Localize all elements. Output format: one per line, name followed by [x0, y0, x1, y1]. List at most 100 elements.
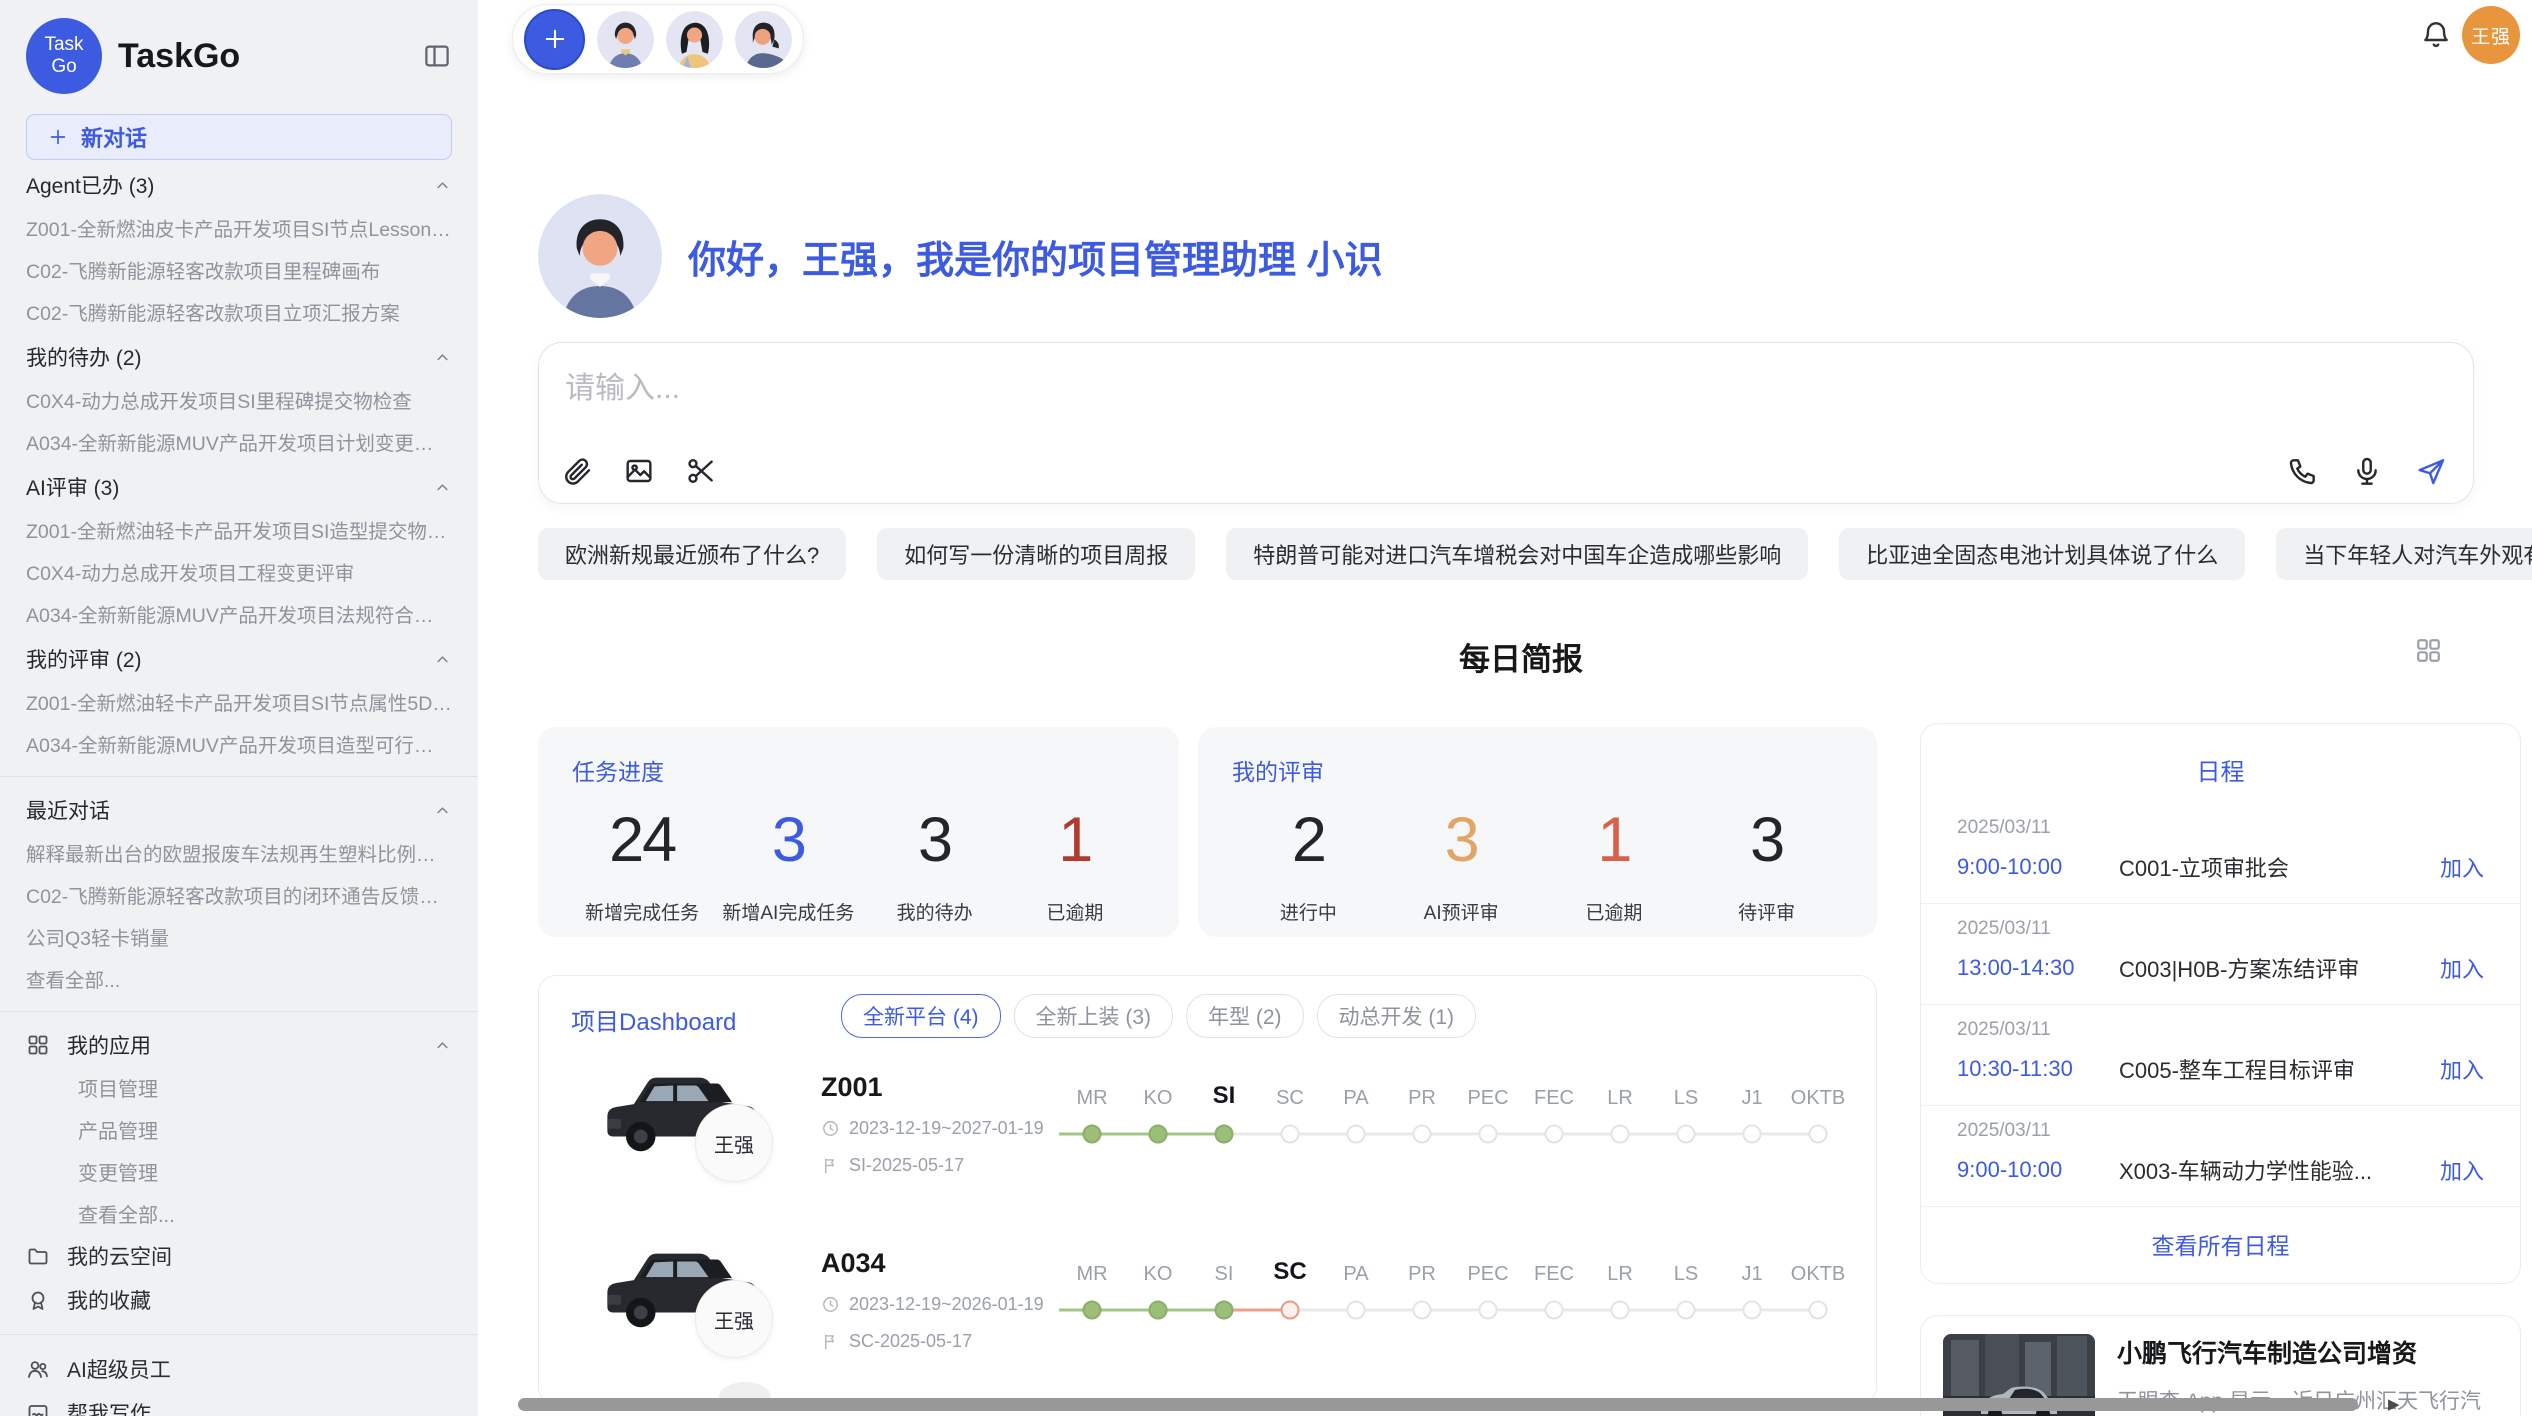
- milestone-track: MRKOSISCPAPRPECFECLRLSJ1OKTB: [1059, 1254, 1851, 1322]
- join-meeting-link[interactable]: 加入: [2440, 1053, 2484, 1085]
- sidebar-task-item[interactable]: Z001-全新燃油轻卡产品开发项目SI节点属性5D文件评审: [26, 680, 452, 722]
- sidebar-section-header[interactable]: 我的评审 (2): [26, 638, 452, 680]
- stat-新增AI完成任务: 3新增AI完成任务: [722, 809, 854, 925]
- sidebar-section-header[interactable]: 我的待办 (2): [26, 336, 452, 378]
- sidebar-task-label: Z001-全新燃油轻卡产品开发项目SI造型提交物评审: [26, 515, 452, 544]
- milestone-dot: [1215, 1301, 1234, 1320]
- sidebar-shortcut-1[interactable]: 我的收藏: [26, 1278, 452, 1322]
- milestone-dot-row: [1719, 1298, 1785, 1322]
- sidebar-task-item[interactable]: C0X4-动力总成开发项目工程变更评审: [26, 550, 452, 592]
- collapse-sidebar-icon[interactable]: [422, 41, 452, 71]
- milestone-label: LR: [1607, 1254, 1633, 1286]
- suggestion-chip[interactable]: 如何写一份清晰的项目周报: [877, 528, 1195, 580]
- sidebar-task-label: Z001-全新燃油轻卡产品开发项目SI节点属性5D文件评审: [26, 687, 452, 716]
- member-avatar[interactable]: [597, 11, 654, 68]
- join-meeting-link[interactable]: 加入: [2440, 952, 2484, 984]
- milestone-dot: [1281, 1125, 1300, 1144]
- milestone-dot: [1743, 1301, 1762, 1320]
- app-menu-item[interactable]: 产品管理: [26, 1108, 452, 1150]
- microphone-icon[interactable]: [2351, 455, 2383, 487]
- dashboard-tab[interactable]: 年型 (2): [1186, 994, 1304, 1038]
- milestone-label: SI: [1215, 1254, 1234, 1286]
- recent-chat-item[interactable]: 解释最新出台的欧盟报废车法规再生塑料比例被调至15%...: [26, 831, 452, 873]
- milestone-label: OKTB: [1791, 1254, 1845, 1286]
- milestone-LR: LR: [1587, 1078, 1653, 1146]
- sidebar-tool-1[interactable]: 帮我写作: [26, 1391, 452, 1416]
- recent-chat-item[interactable]: 查看全部...: [26, 957, 452, 999]
- sidebar-section-header[interactable]: 最近对话: [26, 789, 452, 831]
- milestone-LS: LS: [1653, 1078, 1719, 1146]
- milestone-dot: [1545, 1301, 1564, 1320]
- milestone-label: PEC: [1467, 1078, 1508, 1110]
- sidebar-section-header[interactable]: 我的应用: [26, 1024, 452, 1066]
- schedule-item: 2025/03/119:00-10:00X003-车辆动力学性能验...加入: [1921, 1106, 2520, 1207]
- milestone-PEC: PEC: [1455, 1078, 1521, 1146]
- join-meeting-link[interactable]: 加入: [2440, 851, 2484, 883]
- sidebar-tool-0[interactable]: AI超级员工: [26, 1347, 452, 1391]
- join-meeting-link[interactable]: 加入: [2440, 1154, 2484, 1186]
- milestone-dot: [1611, 1125, 1630, 1144]
- image-icon[interactable]: [623, 455, 655, 487]
- add-member-button[interactable]: [524, 9, 585, 70]
- sidebar-task-item[interactable]: Z001-全新燃油皮卡产品开发项目SI节点Lesson Learn报告: [26, 206, 452, 248]
- new-chat-button[interactable]: 新对话: [26, 114, 452, 160]
- stat-value: 3: [1445, 809, 1478, 872]
- dashboard-tab[interactable]: 全新上装 (3): [1014, 994, 1174, 1038]
- chat-input[interactable]: [563, 361, 2067, 461]
- suggestion-chip[interactable]: 特朗普可能对进口汽车增税会对中国车企造成哪些影响: [1226, 528, 1808, 580]
- member-avatar[interactable]: [666, 11, 723, 68]
- project-name: A034: [821, 1248, 886, 1279]
- milestone-MR: MR: [1059, 1254, 1125, 1322]
- recent-chat-label: 查看全部...: [26, 964, 120, 993]
- project-dates-text: 2023-12-19~2027-01-19: [849, 1118, 1044, 1139]
- milestone-dot-row: [1521, 1298, 1587, 1322]
- member-avatar[interactable]: [735, 11, 792, 68]
- phone-icon[interactable]: [2287, 455, 2319, 487]
- user-avatar[interactable]: 王强: [2462, 6, 2520, 64]
- milestone-SI: SI: [1191, 1078, 1257, 1146]
- stat-value: 3: [772, 809, 805, 872]
- suggestion-chip[interactable]: 当下年轻人对汽车外观有怎样的喜好趋势: [2276, 528, 2532, 580]
- scrollbar-right-arrow[interactable]: ▶: [2388, 1396, 2400, 1413]
- milestone-dot-row: [1191, 1122, 1257, 1146]
- layout-grid-icon[interactable]: [2414, 636, 2443, 665]
- suggestion-chip[interactable]: 欧洲新规最近颁布了什么?: [538, 528, 846, 580]
- sidebar-task-item[interactable]: C0X4-动力总成开发项目SI里程碑提交物检查: [26, 378, 452, 420]
- sidebar-task-item[interactable]: C02-飞腾新能源轻客改款项目里程碑画布: [26, 248, 452, 290]
- milestone-SI: SI: [1191, 1254, 1257, 1322]
- scissors-icon[interactable]: [685, 455, 717, 487]
- sidebar-section-header[interactable]: AI评审 (3): [26, 466, 452, 508]
- milestone-J1: J1: [1719, 1254, 1785, 1322]
- notifications-bell-icon[interactable]: [2420, 18, 2452, 50]
- dashboard-tab[interactable]: 全新平台 (4): [841, 994, 1001, 1038]
- paperclip-icon[interactable]: [561, 455, 593, 487]
- sidebar-section-header[interactable]: Agent已办 (3): [26, 164, 452, 206]
- sidebar-task-item[interactable]: A034-全新新能源MUV产品开发项目计划变更表编写: [26, 420, 452, 462]
- app-menu-item[interactable]: 查看全部...: [26, 1192, 452, 1234]
- stat-value: 1: [1058, 809, 1091, 872]
- milestone-label: SC: [1273, 1254, 1306, 1286]
- milestone-dot-row: [1653, 1298, 1719, 1322]
- sidebar-shortcut-0[interactable]: 我的云空间: [26, 1234, 452, 1278]
- milestone-FEC: FEC: [1521, 1078, 1587, 1146]
- recent-chat-item[interactable]: 公司Q3轻卡销量: [26, 915, 452, 957]
- stat-已逾期: 1已逾期: [1015, 809, 1135, 925]
- sidebar-task-label: Z001-全新燃油皮卡产品开发项目SI节点Lesson Learn报告: [26, 213, 452, 242]
- chevron-up-icon: [433, 348, 452, 367]
- sidebar-task-item[interactable]: A034-全新新能源MUV产品开发项目法规符合性评审: [26, 592, 452, 634]
- scrollbar-thumb[interactable]: [518, 1398, 2358, 1411]
- sidebar-task-item[interactable]: A034-全新新能源MUV产品开发项目造型可行性评审: [26, 722, 452, 764]
- sidebar-task-item[interactable]: C02-飞腾新能源轻客改款项目立项汇报方案: [26, 290, 452, 332]
- view-all-schedule-link[interactable]: 查看所有日程: [1921, 1227, 2520, 1261]
- milestone-dot: [1809, 1125, 1828, 1144]
- project-flag-milestone: SC-2025-05-17: [821, 1331, 972, 1352]
- app-menu-item[interactable]: 项目管理: [26, 1066, 452, 1108]
- suggestion-chip[interactable]: 比亚迪全固态电池计划具体说了什么: [1839, 528, 2245, 580]
- send-icon[interactable]: [2415, 455, 2447, 487]
- app-menu-item[interactable]: 变更管理: [26, 1150, 452, 1192]
- recent-chat-item[interactable]: C02-飞腾新能源轻客改款项目的闭环通告反馈情况: [26, 873, 452, 915]
- sidebar-task-label: C02-飞腾新能源轻客改款项目立项汇报方案: [26, 297, 400, 326]
- dashboard-tab[interactable]: 动总开发 (1): [1317, 994, 1477, 1038]
- sidebar-task-item[interactable]: Z001-全新燃油轻卡产品开发项目SI造型提交物评审: [26, 508, 452, 550]
- sidebar-task-label: A034-全新新能源MUV产品开发项目造型可行性评审: [26, 729, 452, 758]
